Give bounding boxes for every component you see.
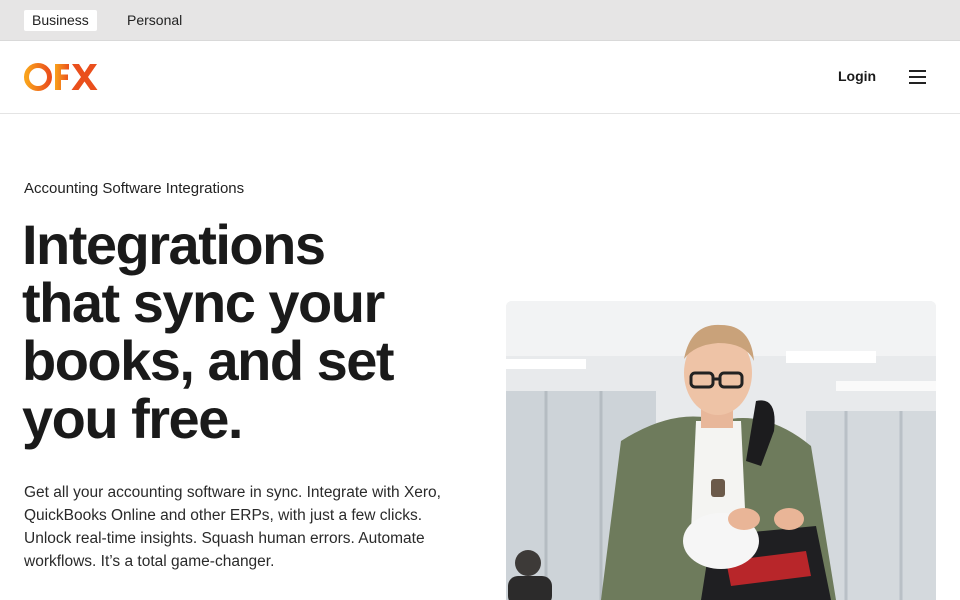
login-link[interactable]: Login [838, 68, 876, 84]
site-header: Login [0, 41, 960, 114]
headline-line: books, and set [22, 329, 395, 392]
hero-description: Get all your accounting software in sync… [24, 484, 441, 570]
hero-image [506, 301, 936, 600]
headline-line: that sync your [22, 271, 385, 334]
tab-personal[interactable]: Personal [119, 10, 190, 31]
headline-line: Integrations [22, 213, 326, 276]
hamburger-menu-icon[interactable] [909, 70, 926, 84]
headline-line: you free. [22, 387, 243, 450]
ofx-logo[interactable] [24, 60, 102, 94]
section-eyebrow: Accounting Software Integrations [24, 180, 245, 197]
tab-business[interactable]: Business [24, 10, 97, 31]
page-headline: Integrations that sync your books, and s… [22, 216, 482, 448]
audience-switcher-bar: Business Personal [0, 0, 960, 41]
